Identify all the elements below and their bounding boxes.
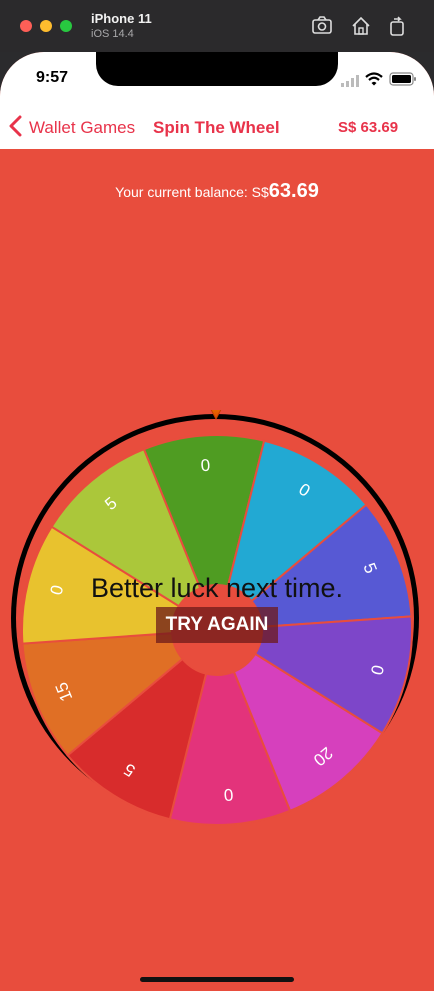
simulator-os-version: iOS 14.4 [91, 28, 134, 40]
zoom-window-icon[interactable] [60, 20, 72, 32]
current-balance: Your current balance: S$63.69 [0, 180, 434, 203]
device-screen: 9:57 Wallet Games Spin The Wheel S$ 63.6… [0, 52, 434, 991]
status-bar: 9:57 [0, 52, 434, 104]
wheel-segment-label: 0 [200, 456, 211, 476]
simulator-title-bar: iPhone 11 iOS 14.4 [0, 0, 434, 52]
wheel-segment-label: 0 [223, 785, 234, 805]
home-indicator [140, 977, 294, 982]
wifi-icon [365, 72, 383, 86]
try-again-button[interactable]: TRY AGAIN [156, 607, 278, 643]
back-chevron-icon[interactable] [8, 115, 24, 137]
page-title: Spin The Wheel [153, 118, 280, 137]
device-notch [96, 52, 338, 86]
status-time: 9:57 [36, 69, 69, 86]
navigation-bar: Wallet Games Spin The Wheel S$ 63.69 [0, 104, 434, 149]
screenshot-icon[interactable] [311, 15, 333, 37]
signal-icon [341, 75, 359, 87]
home-icon[interactable] [350, 15, 372, 37]
balance-label: Your current balance: S$ [115, 184, 269, 200]
rotate-icon[interactable] [386, 15, 408, 37]
result-message: Better luck next time. [90, 573, 344, 603]
minimize-window-icon[interactable] [40, 20, 52, 32]
close-window-icon[interactable] [20, 20, 32, 32]
simulator-device-name: iPhone 11 [91, 11, 152, 26]
nav-balance: S$ 63.69 [338, 119, 399, 136]
battery-icon [389, 72, 416, 86]
back-button[interactable]: Wallet Games [29, 118, 135, 138]
balance-value: 63.69 [268, 180, 319, 202]
